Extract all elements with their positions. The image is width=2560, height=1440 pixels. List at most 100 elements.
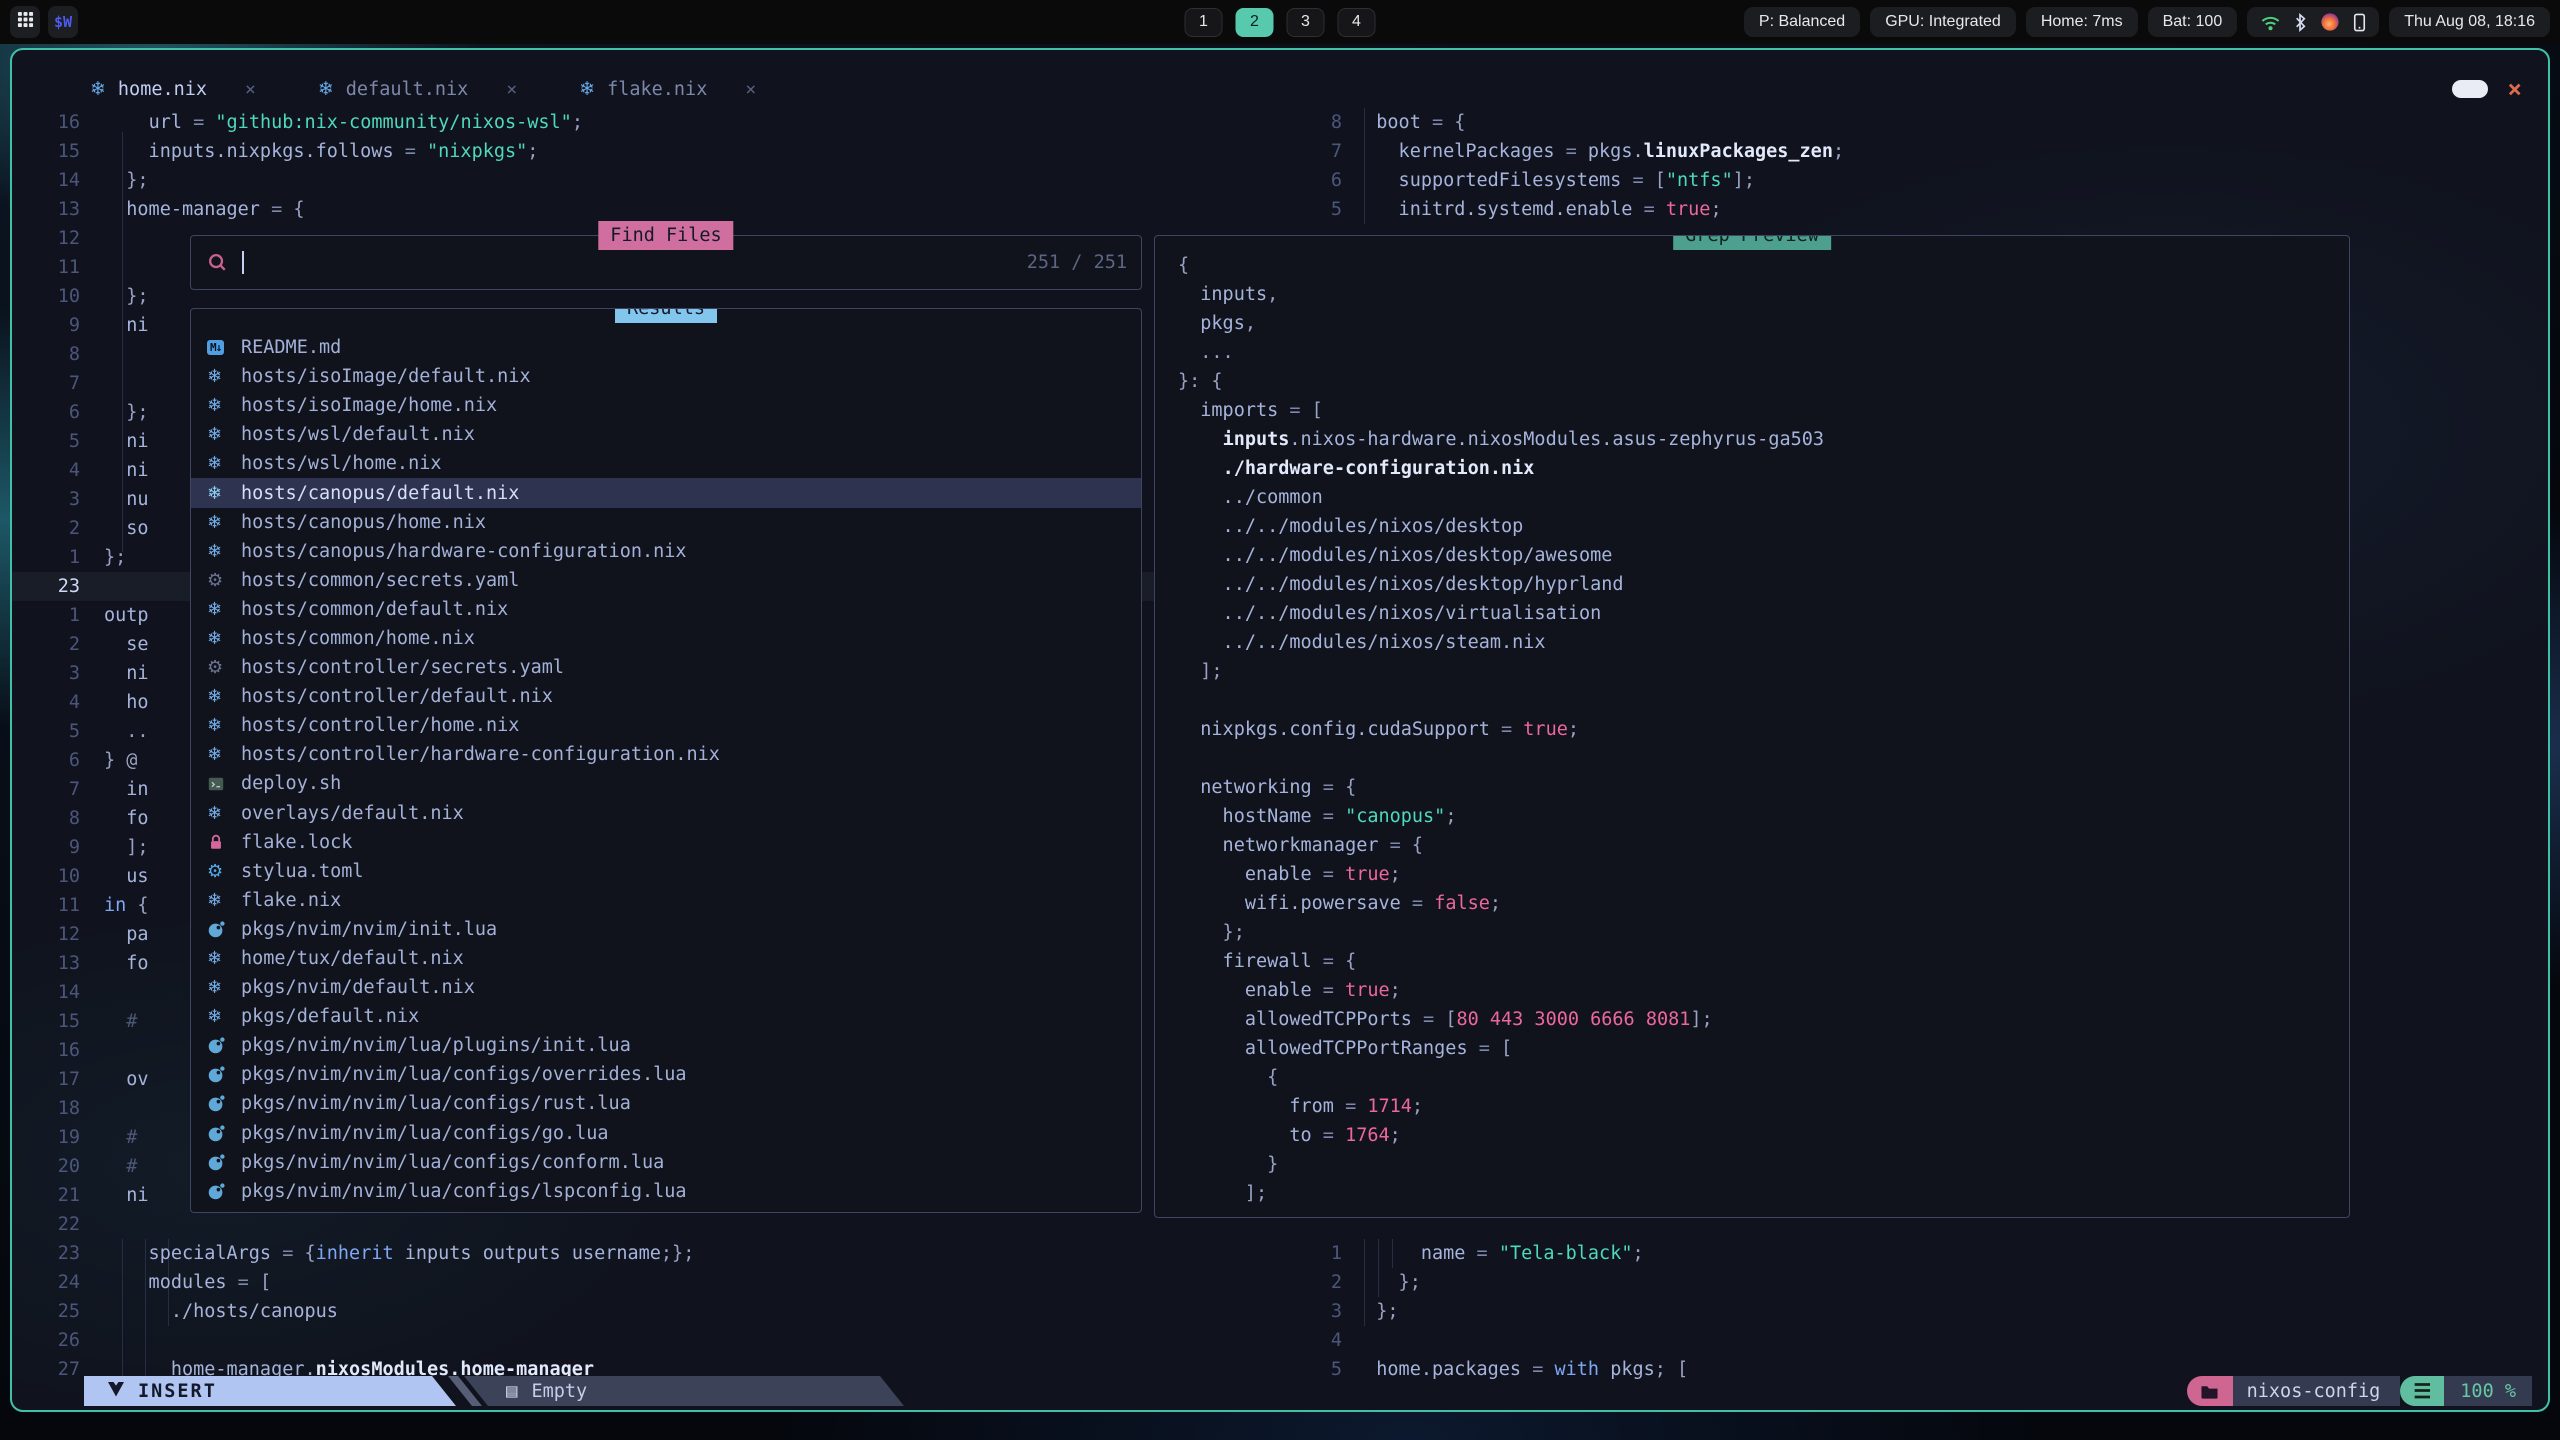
result-item[interactable]: ❄pkgs/nvim/default.nix <box>191 973 1141 1002</box>
result-item[interactable]: ❄home/tux/default.nix <box>191 944 1141 973</box>
lua-file-icon <box>207 1182 241 1201</box>
preview-code: { inputs, pkgs, ...}: { imports = [ inpu… <box>1178 251 2349 1208</box>
code-text: supportedFilesystems = ["ntfs"]; <box>1354 166 1755 195</box>
result-item[interactable]: flake.lock <box>191 828 1141 857</box>
window-close-button[interactable]: × <box>2508 77 2522 101</box>
result-item[interactable]: ❄hosts/wsl/home.nix <box>191 449 1141 478</box>
tab-close-button[interactable]: × <box>745 79 756 100</box>
workspace-button-1[interactable]: 1 <box>1185 8 1223 37</box>
nix-icon: ❄ <box>579 78 595 100</box>
result-item[interactable]: pkgs/nvim/nvim/lua/plugins/init.lua <box>191 1031 1141 1060</box>
buffer-segment: ▤ Empty <box>464 1376 904 1406</box>
result-item[interactable]: ❄hosts/controller/default.nix <box>191 682 1141 711</box>
result-item[interactable]: pkgs/nvim/nvim/lua/configs/conform.lua <box>191 1148 1141 1177</box>
code-text: in { <box>104 891 149 920</box>
line-number: 11 <box>12 253 80 282</box>
preview-line: ... <box>1178 338 2349 367</box>
code-line: 7 kernelPackages = pkgs.linuxPackages_ze… <box>1302 137 2542 166</box>
line-number: 23 <box>12 572 80 601</box>
tab-title: flake.nix <box>607 79 707 100</box>
phone-icon[interactable] <box>2353 13 2366 32</box>
result-item[interactable]: ❄hosts/wsl/default.nix <box>191 420 1141 449</box>
result-item[interactable]: ❄hosts/common/default.nix <box>191 595 1141 624</box>
tab-flake.nix[interactable]: ❄ flake.nix × <box>579 78 756 100</box>
result-filename: deploy.sh <box>241 773 341 794</box>
result-item[interactable]: ⚙hosts/controller/secrets.yaml <box>191 653 1141 682</box>
workspace-button-3[interactable]: 3 <box>1287 8 1325 37</box>
line-number: 5 <box>12 427 80 456</box>
mode-segment: INSERT <box>84 1376 456 1406</box>
result-item[interactable]: pkgs/nvim/nvim/init.lua <box>191 915 1141 944</box>
result-item[interactable]: ⚙hosts/common/secrets.yaml <box>191 566 1141 595</box>
result-filename: hosts/canopus/hardware-configuration.nix <box>241 541 687 562</box>
tab-close-button[interactable]: × <box>506 79 517 100</box>
result-filename: hosts/canopus/default.nix <box>241 483 519 504</box>
wifi-icon[interactable] <box>2260 13 2281 32</box>
result-item[interactable]: ❄hosts/isoImage/home.nix <box>191 391 1141 420</box>
result-item[interactable]: ❄overlays/default.nix <box>191 799 1141 828</box>
lua-file-icon <box>207 1094 241 1113</box>
line-number: 9 <box>12 833 80 862</box>
buffer-icon: ▤ <box>506 1380 517 1402</box>
result-filename: pkgs/nvim/nvim/lua/plugins/init.lua <box>241 1035 631 1056</box>
result-item[interactable]: pkgs/nvim/nvim/lua/configs/go.lua <box>191 1119 1141 1148</box>
result-item[interactable]: ❄hosts/controller/hardware-configuration… <box>191 740 1141 769</box>
result-filename: hosts/controller/secrets.yaml <box>241 657 564 678</box>
result-filename: pkgs/nvim/nvim/lua/configs/overrides.lua <box>241 1064 687 1085</box>
workspace-button-2[interactable]: 2 <box>1236 8 1274 37</box>
result-item[interactable]: M↓README.md <box>191 333 1141 362</box>
tab-close-button[interactable]: × <box>245 79 256 100</box>
result-filename: pkgs/default.nix <box>241 1006 419 1027</box>
result-item[interactable]: ❄hosts/canopus/hardware-configuration.ni… <box>191 537 1141 566</box>
nix-file-icon: ❄ <box>207 453 241 474</box>
result-item[interactable]: ❄hosts/controller/home.nix <box>191 711 1141 740</box>
window-pill-icon[interactable] <box>2452 80 2488 98</box>
code-text: url = "github:nix-community/nixos-wsl"; <box>104 108 583 137</box>
result-item[interactable]: ❄hosts/common/home.nix <box>191 624 1141 653</box>
line-number: 4 <box>12 456 80 485</box>
code-text: ho <box>104 688 149 717</box>
line-number: 3 <box>12 485 80 514</box>
search-input[interactable] <box>242 251 244 274</box>
line-number: 7 <box>12 369 80 398</box>
code-text: so <box>104 514 149 543</box>
result-item-selected[interactable]: ❄hosts/canopus/default.nix <box>191 478 1141 507</box>
result-filename: home/tux/default.nix <box>241 948 464 969</box>
result-item[interactable]: pkgs/nvim/nvim/lua/configs/overrides.lua <box>191 1060 1141 1089</box>
result-item[interactable]: ❄flake.nix <box>191 886 1141 915</box>
result-item[interactable]: ❄hosts/isoImage/default.nix <box>191 362 1141 391</box>
tab-default.nix[interactable]: ❄default.nix× <box>318 78 517 100</box>
code-text: nu <box>104 485 149 514</box>
line-number: 2 <box>12 630 80 659</box>
preview-line: ../../modules/nixos/desktop/awesome <box>1178 541 2349 570</box>
result-item[interactable]: pkgs/nvim/nvim/lua/configs/lspconfig.lua <box>191 1177 1141 1206</box>
tab-home.nix[interactable]: ❄home.nix× <box>90 78 256 100</box>
result-item[interactable]: deploy.sh <box>191 769 1141 798</box>
line-number: 11 <box>12 891 80 920</box>
result-item[interactable]: pkgs/nvim/nvim/lua/configs/rust.lua <box>191 1089 1141 1118</box>
bluetooth-icon[interactable] <box>2294 13 2307 32</box>
preview-line: ../../modules/nixos/virtualisation <box>1178 599 2349 628</box>
app-launcher-button[interactable] <box>10 6 40 38</box>
media-icon[interactable] <box>2320 12 2340 32</box>
code-text: # <box>104 1152 137 1181</box>
result-item[interactable]: ❄hosts/canopus/home.nix <box>191 508 1141 537</box>
nix-file-icon: ❄ <box>207 977 241 998</box>
code-text: kernelPackages = pkgs.linuxPackages_zen; <box>1354 137 1844 166</box>
result-item[interactable]: ⚙stylua.toml <box>191 857 1141 886</box>
code-text: ni <box>104 659 149 688</box>
line-number: 19 <box>12 1123 80 1152</box>
preview-line: { <box>1178 1063 2349 1092</box>
line-number: 6 <box>1302 166 1342 195</box>
grep-preview-title: Grep Preview <box>1673 235 1831 250</box>
line-number: 14 <box>12 978 80 1007</box>
result-item[interactable]: ❄pkgs/default.nix <box>191 1002 1141 1031</box>
code-text: se <box>104 630 149 659</box>
result-filename: flake.nix <box>241 890 341 911</box>
nix-file-icon: ❄ <box>207 424 241 445</box>
code-text: boot = { <box>1354 108 1465 137</box>
result-filename: pkgs/nvim/nvim/lua/configs/go.lua <box>241 1123 609 1144</box>
workspace-button-4[interactable]: 4 <box>1338 8 1376 37</box>
wm-logo-button[interactable]: $W <box>48 6 78 38</box>
result-filename: overlays/default.nix <box>241 803 464 824</box>
